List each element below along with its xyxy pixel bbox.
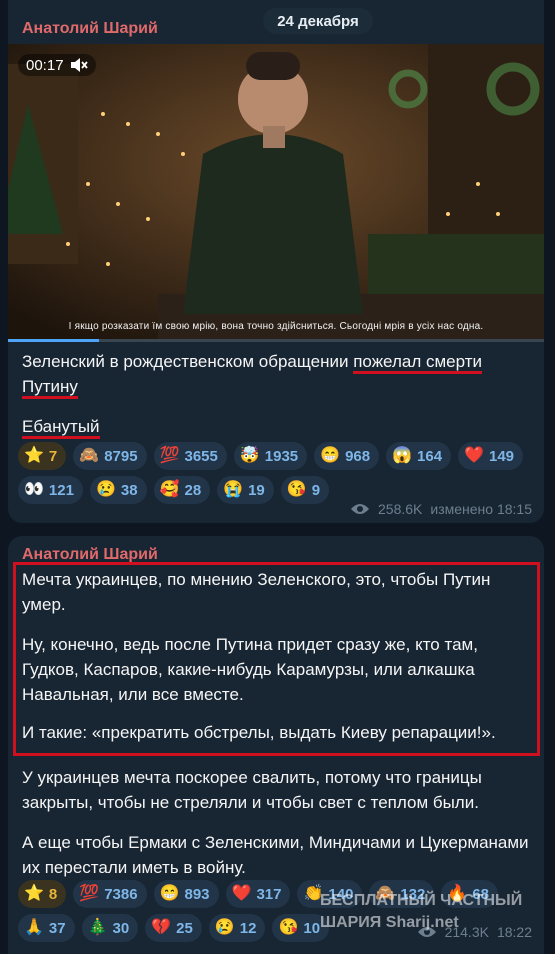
- underlined-text: Ебанутый: [22, 417, 100, 439]
- sender-name[interactable]: Анатолий Шарий: [22, 20, 158, 38]
- reaction-count: 38: [120, 481, 138, 499]
- reaction-emoji-icon: 😁: [159, 885, 180, 902]
- reaction-chip[interactable]: 😭 19: [217, 476, 274, 504]
- post-paragraph-4: У украинцев мечта поскорее свалить, пото…: [22, 768, 482, 812]
- reaction-emoji-icon: 💯: [79, 885, 100, 902]
- reaction-count: 968: [345, 447, 371, 465]
- reaction-count: 121: [48, 481, 74, 499]
- reaction-chip[interactable]: 💔 25: [145, 914, 202, 942]
- reaction-emoji-icon: 🙏: [24, 919, 44, 936]
- reaction-chip[interactable]: 💯 3655: [153, 442, 227, 470]
- watermark-site: Sharij.net: [385, 914, 459, 931]
- reaction-count: 893: [184, 885, 210, 903]
- reaction-emoji-icon: 😘: [278, 919, 299, 936]
- post-text: Зеленский в рождественском обращении пож…: [22, 349, 522, 399]
- reaction-count: 317: [256, 885, 282, 903]
- reaction-count: 7386: [104, 885, 138, 903]
- reaction-chip[interactable]: 🙈 8795: [73, 442, 147, 470]
- reaction-count: 149: [488, 447, 515, 465]
- reaction-chip[interactable]: 🙏 37: [18, 914, 75, 942]
- reaction-chip[interactable]: 👀 121: [18, 476, 83, 504]
- message-post-1: Анатолий Шарий 00:17 І якщо розказати їм…: [8, 0, 544, 523]
- video-player[interactable]: 00:17 І якщо розказати їм свою мрію, вон…: [8, 44, 544, 342]
- reaction-chip[interactable]: 😢 38: [89, 476, 147, 504]
- reaction-emoji-icon: 👀: [24, 481, 44, 498]
- watermark-line-2: ШАРИЯ: [320, 914, 382, 931]
- reaction-count: 164: [417, 447, 443, 465]
- reaction-count: 7: [48, 447, 58, 465]
- views-count: 258.6K: [378, 501, 423, 517]
- reaction-emoji-icon: 😭: [223, 481, 244, 498]
- watermark-line-1: БЕСПЛАТНЫЙ ЧАСТНЫЙ: [320, 892, 523, 909]
- reaction-emoji-icon: 💯: [159, 447, 180, 464]
- reaction-emoji-icon: 😢: [95, 481, 116, 498]
- video-time: 00:17: [26, 56, 64, 74]
- video-progress[interactable]: [8, 339, 544, 342]
- reaction-emoji-icon: 😘: [286, 481, 307, 498]
- reaction-count: 8795: [104, 447, 138, 465]
- reaction-emoji-icon: ❤️: [464, 447, 484, 464]
- reaction-star-paid[interactable]: ⭐ 7: [18, 442, 67, 470]
- reactions-bar: ⭐ 7 🙈 8795 💯 3655 🤯 1935 😁 968 😱 164 ❤️ 149 👀 121 😢 38 🥰 28…: [18, 442, 538, 504]
- reaction-emoji-icon: 💔: [151, 919, 172, 936]
- reaction-emoji-icon: 🙈: [79, 447, 100, 464]
- reaction-count: 19: [248, 481, 265, 499]
- mute-icon[interactable]: [70, 57, 88, 73]
- reaction-count: 37: [48, 919, 66, 937]
- reaction-chip[interactable]: 🤯 1935: [233, 442, 308, 470]
- reaction-emoji-icon: 🤯: [239, 447, 260, 464]
- reaction-star-paid[interactable]: ⭐ 8: [18, 880, 67, 908]
- reaction-chip[interactable]: 😁 968: [314, 442, 380, 470]
- text-segment: Зеленский в рождественском обращении: [22, 352, 354, 371]
- watermark: БЕСПЛАТНЫЙ ЧАСТНЫЙ ШАРИЯ Sharij.net: [320, 890, 522, 934]
- reaction-chip[interactable]: 😁 893: [153, 880, 219, 908]
- post-paragraph-1: Мечта украинцев, по мнению Зеленского, э…: [22, 570, 491, 614]
- reaction-chip[interactable]: 😢 12: [208, 914, 266, 942]
- reaction-emoji-icon: 😁: [320, 447, 341, 464]
- reaction-emoji-icon: 🥰: [159, 481, 180, 498]
- reaction-emoji-icon: ⭐: [24, 447, 44, 464]
- eye-icon: [351, 504, 370, 514]
- edited-time: изменено 18:15: [430, 501, 532, 517]
- video-time-badge[interactable]: 00:17: [18, 54, 96, 76]
- reaction-count: 3655: [184, 447, 218, 465]
- reaction-chip[interactable]: ❤️ 149: [458, 442, 524, 470]
- reaction-count: 1935: [264, 447, 299, 465]
- post-paragraph-3: И такие: «прекратить обстрелы, выдать Ки…: [22, 723, 496, 742]
- underlined-text: пожелал смерти: [353, 352, 482, 374]
- video-subtitle: І якщо розказати їм свою мрію, вона точн…: [68, 321, 484, 332]
- reaction-chip[interactable]: ❤️ 317: [225, 880, 291, 908]
- reaction-chip[interactable]: 🎄 30: [81, 914, 139, 942]
- post-text-comment: Ебанутый: [22, 414, 100, 439]
- reaction-chip[interactable]: 😱 164: [386, 442, 452, 470]
- reaction-count: 28: [184, 481, 202, 499]
- reaction-emoji-icon: ⭐: [24, 885, 44, 902]
- message-meta: 258.6K изменено 18:15: [350, 501, 532, 517]
- reaction-count: 8: [48, 885, 58, 903]
- reaction-count: 12: [239, 919, 257, 937]
- reaction-chip[interactable]: 🥰 28: [153, 476, 211, 504]
- reaction-count: 9: [311, 481, 321, 499]
- date-separator: 24 декабря: [263, 8, 373, 34]
- reaction-count: 10: [303, 919, 321, 937]
- reaction-emoji-icon: 🎄: [87, 919, 108, 936]
- reaction-emoji-icon: 😱: [392, 447, 413, 464]
- reaction-chip[interactable]: 😘 9: [280, 476, 330, 504]
- reaction-count: 25: [176, 919, 193, 937]
- reaction-chip[interactable]: 💯 7386: [73, 880, 147, 908]
- reaction-emoji-icon: ❤️: [231, 885, 252, 902]
- reaction-count: 30: [112, 919, 130, 937]
- video-frame: [8, 44, 544, 342]
- post-paragraph-2: Ну, конечно, ведь после Путина придет ср…: [22, 635, 478, 704]
- underlined-text: Путину: [22, 377, 78, 399]
- reaction-emoji-icon: 😢: [214, 919, 235, 936]
- post-paragraph-5: А еще чтобы Ермаки с Зеленскими, Миндича…: [22, 833, 529, 877]
